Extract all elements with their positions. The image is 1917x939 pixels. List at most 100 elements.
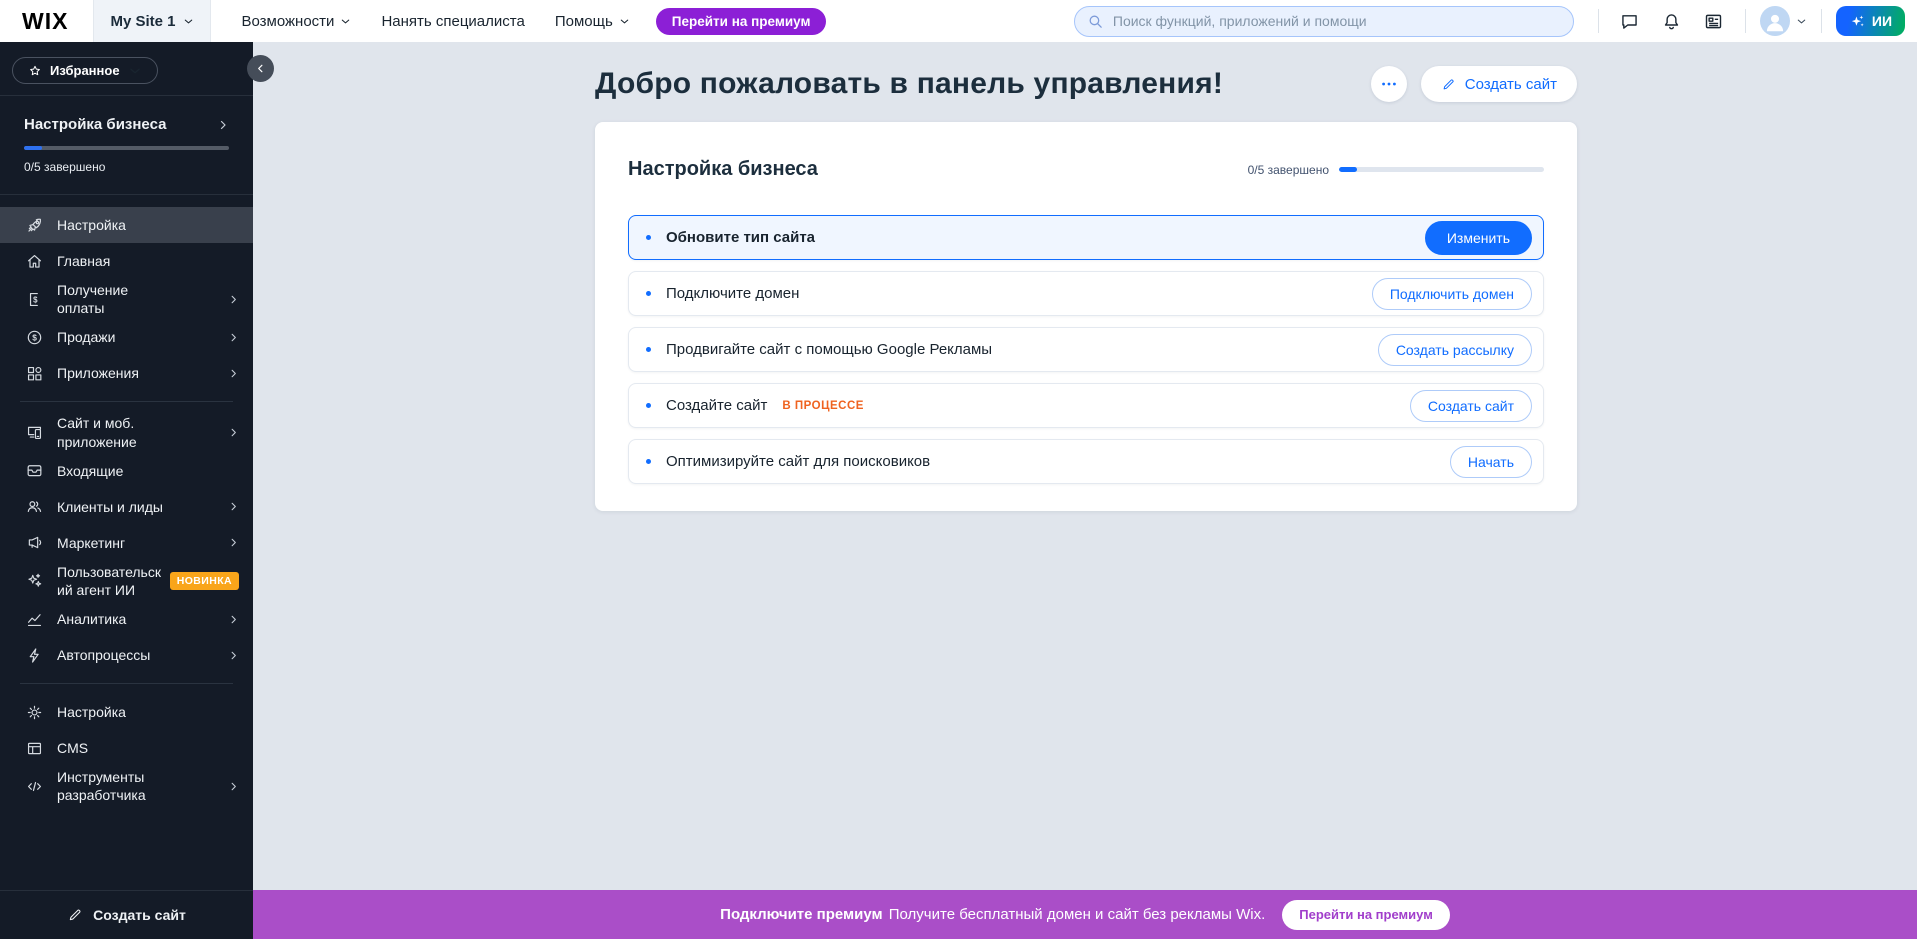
task-action-button[interactable]: Подключить домен	[1372, 278, 1532, 310]
bullet-dot	[646, 403, 651, 408]
chevron-down-icon	[183, 16, 194, 27]
pencil-icon	[1441, 77, 1456, 92]
sidebar-item[interactable]: Главная	[0, 243, 253, 279]
task-action-button[interactable]: Создать рассылку	[1378, 334, 1532, 366]
sidebar-divider	[20, 683, 233, 684]
favorites-label: Избранное	[50, 63, 120, 78]
more-options-button[interactable]	[1371, 66, 1407, 102]
sidebar-item[interactable]: Автопроцессы	[0, 637, 253, 673]
sidebar-collapse-button[interactable]	[247, 55, 274, 82]
chevron-right-icon	[228, 427, 239, 438]
site-menu-label: My Site 1	[110, 13, 175, 30]
bullet-dot	[646, 235, 651, 240]
business-setup-link[interactable]: Настройка бизнеса	[24, 116, 229, 133]
sidebar-item-label: CMS	[57, 739, 88, 757]
sidebar-item[interactable]: Клиенты и лиды	[0, 489, 253, 525]
header-actions: Создать сайт	[1371, 66, 1577, 102]
chevron-down-icon	[128, 64, 142, 78]
bullet-dot	[646, 347, 651, 352]
task-row: Подключите домен Подключить домен	[628, 271, 1544, 316]
gear-icon	[24, 703, 44, 722]
sidebar-item-label: Сайт и моб. приложение	[57, 414, 179, 450]
nav-help-label: Помощь	[555, 13, 613, 30]
people-icon	[24, 497, 44, 516]
sidebar-item[interactable]: Настройка	[0, 694, 253, 730]
task-label: Обновите тип сайта	[666, 229, 815, 246]
chevron-right-icon	[228, 368, 239, 379]
sidebar-divider	[20, 401, 233, 402]
dollar-circle-icon: $	[24, 328, 44, 347]
nav-hire-label: Нанять специалиста	[381, 13, 524, 30]
chat-icon[interactable]	[1613, 4, 1647, 38]
sidebar-create-site-button[interactable]: Создать сайт	[0, 890, 253, 939]
sidebar-item-label: Аналитика	[57, 610, 126, 628]
task-list: Обновите тип сайта Изменить Подключите д…	[628, 215, 1544, 484]
ellipsis-icon	[1379, 74, 1399, 94]
business-setup-card: Настройка бизнеса 0/5 завершено Обновите…	[595, 122, 1577, 511]
sidebar-item-label: Входящие	[57, 462, 123, 480]
card-title: Настройка бизнеса	[628, 158, 818, 181]
sparkle-icon	[1849, 13, 1866, 30]
task-action-button[interactable]: Создать сайт	[1410, 390, 1532, 422]
business-setup-title: Настройка бизнеса	[24, 116, 166, 133]
page-header: Добро пожаловать в панель управления! Со…	[595, 66, 1577, 102]
favorites-block: Избранное	[0, 42, 253, 96]
sidebar-item[interactable]: CMS	[0, 730, 253, 766]
sidebar-item[interactable]: $ Получение оплаты	[0, 279, 253, 319]
sidebar-item[interactable]: Настройка	[0, 207, 253, 243]
chevron-right-icon	[228, 781, 239, 792]
create-site-button[interactable]: Создать сайт	[1421, 66, 1577, 102]
topbar-icons: ИИ	[1592, 4, 1905, 38]
nav-features-label: Возможности	[241, 13, 334, 30]
site-menu[interactable]: My Site 1	[93, 0, 211, 42]
sidebar-item-label: Пользовательский агент ИИ	[57, 563, 162, 599]
favorites-dropdown[interactable]: Избранное	[12, 57, 158, 84]
main-content: Добро пожаловать в панель управления! Со…	[253, 42, 1917, 890]
chevron-down-icon	[1796, 16, 1807, 27]
nav-hire-professional[interactable]: Нанять специалиста	[381, 13, 524, 30]
sidebar-item[interactable]: Маркетинг	[0, 525, 253, 561]
updates-news-icon[interactable]	[1697, 4, 1731, 38]
card-progress-bar	[1339, 167, 1544, 172]
task-action-button[interactable]: Начать	[1450, 446, 1532, 478]
chevron-right-icon	[228, 614, 239, 625]
sidebar-item[interactable]: Приложения	[0, 355, 253, 391]
divider	[1821, 9, 1822, 33]
ai-assistant-button[interactable]: ИИ	[1836, 6, 1905, 36]
megaphone-icon	[24, 533, 44, 552]
sidebar: Избранное Настройка бизнеса 0/5 завершен…	[0, 42, 253, 939]
nav-features[interactable]: Возможности	[241, 13, 351, 30]
notifications-bell-icon[interactable]	[1655, 4, 1689, 38]
chevron-right-icon	[228, 294, 239, 305]
svg-text:$: $	[33, 295, 38, 304]
sidebar-menu: Настройка Главная $ Получение оплаты $ П…	[0, 195, 253, 890]
bullet-dot	[646, 291, 651, 296]
create-site-label: Создать сайт	[1465, 76, 1557, 93]
code-icon	[24, 777, 44, 796]
banner-premium-button[interactable]: Перейти на премиум	[1282, 900, 1450, 930]
banner-text: Подключите премиум Получите бесплатный д…	[720, 906, 1265, 923]
chevron-down-icon	[619, 16, 630, 27]
avatar	[1760, 6, 1790, 36]
upgrade-premium-button[interactable]: Перейти на премиум	[656, 8, 827, 35]
wix-dashboard: WIX My Site 1 Возможности Нанять специал…	[0, 0, 1917, 939]
card-progress: 0/5 завершено	[1248, 163, 1544, 177]
devices-icon	[24, 423, 44, 442]
sidebar-item[interactable]: Сайт и моб. приложение	[0, 412, 253, 452]
sidebar-item[interactable]: Входящие	[0, 453, 253, 489]
sidebar-item[interactable]: Аналитика	[0, 601, 253, 637]
wix-logo[interactable]: WIX	[22, 8, 68, 35]
premium-banner: Подключите премиум Получите бесплатный д…	[253, 890, 1917, 939]
account-menu[interactable]	[1760, 6, 1807, 36]
sidebar-item[interactable]: Пользовательский агент ИИ НОВИНКА	[0, 561, 253, 601]
sidebar-item[interactable]: $ Продажи	[0, 319, 253, 355]
sidebar-item[interactable]: Инструменты разработчика	[0, 766, 253, 806]
task-action-button[interactable]: Изменить	[1425, 221, 1532, 255]
sidebar-item-label: Автопроцессы	[57, 646, 150, 664]
topbar: WIX My Site 1 Возможности Нанять специал…	[0, 0, 1917, 42]
task-label: Продвигайте сайт с помощью Google Реклам…	[666, 341, 992, 358]
bolt-icon	[24, 646, 44, 665]
search-input[interactable]	[1074, 6, 1574, 37]
nav-help[interactable]: Помощь	[555, 13, 630, 30]
search	[1074, 6, 1574, 37]
